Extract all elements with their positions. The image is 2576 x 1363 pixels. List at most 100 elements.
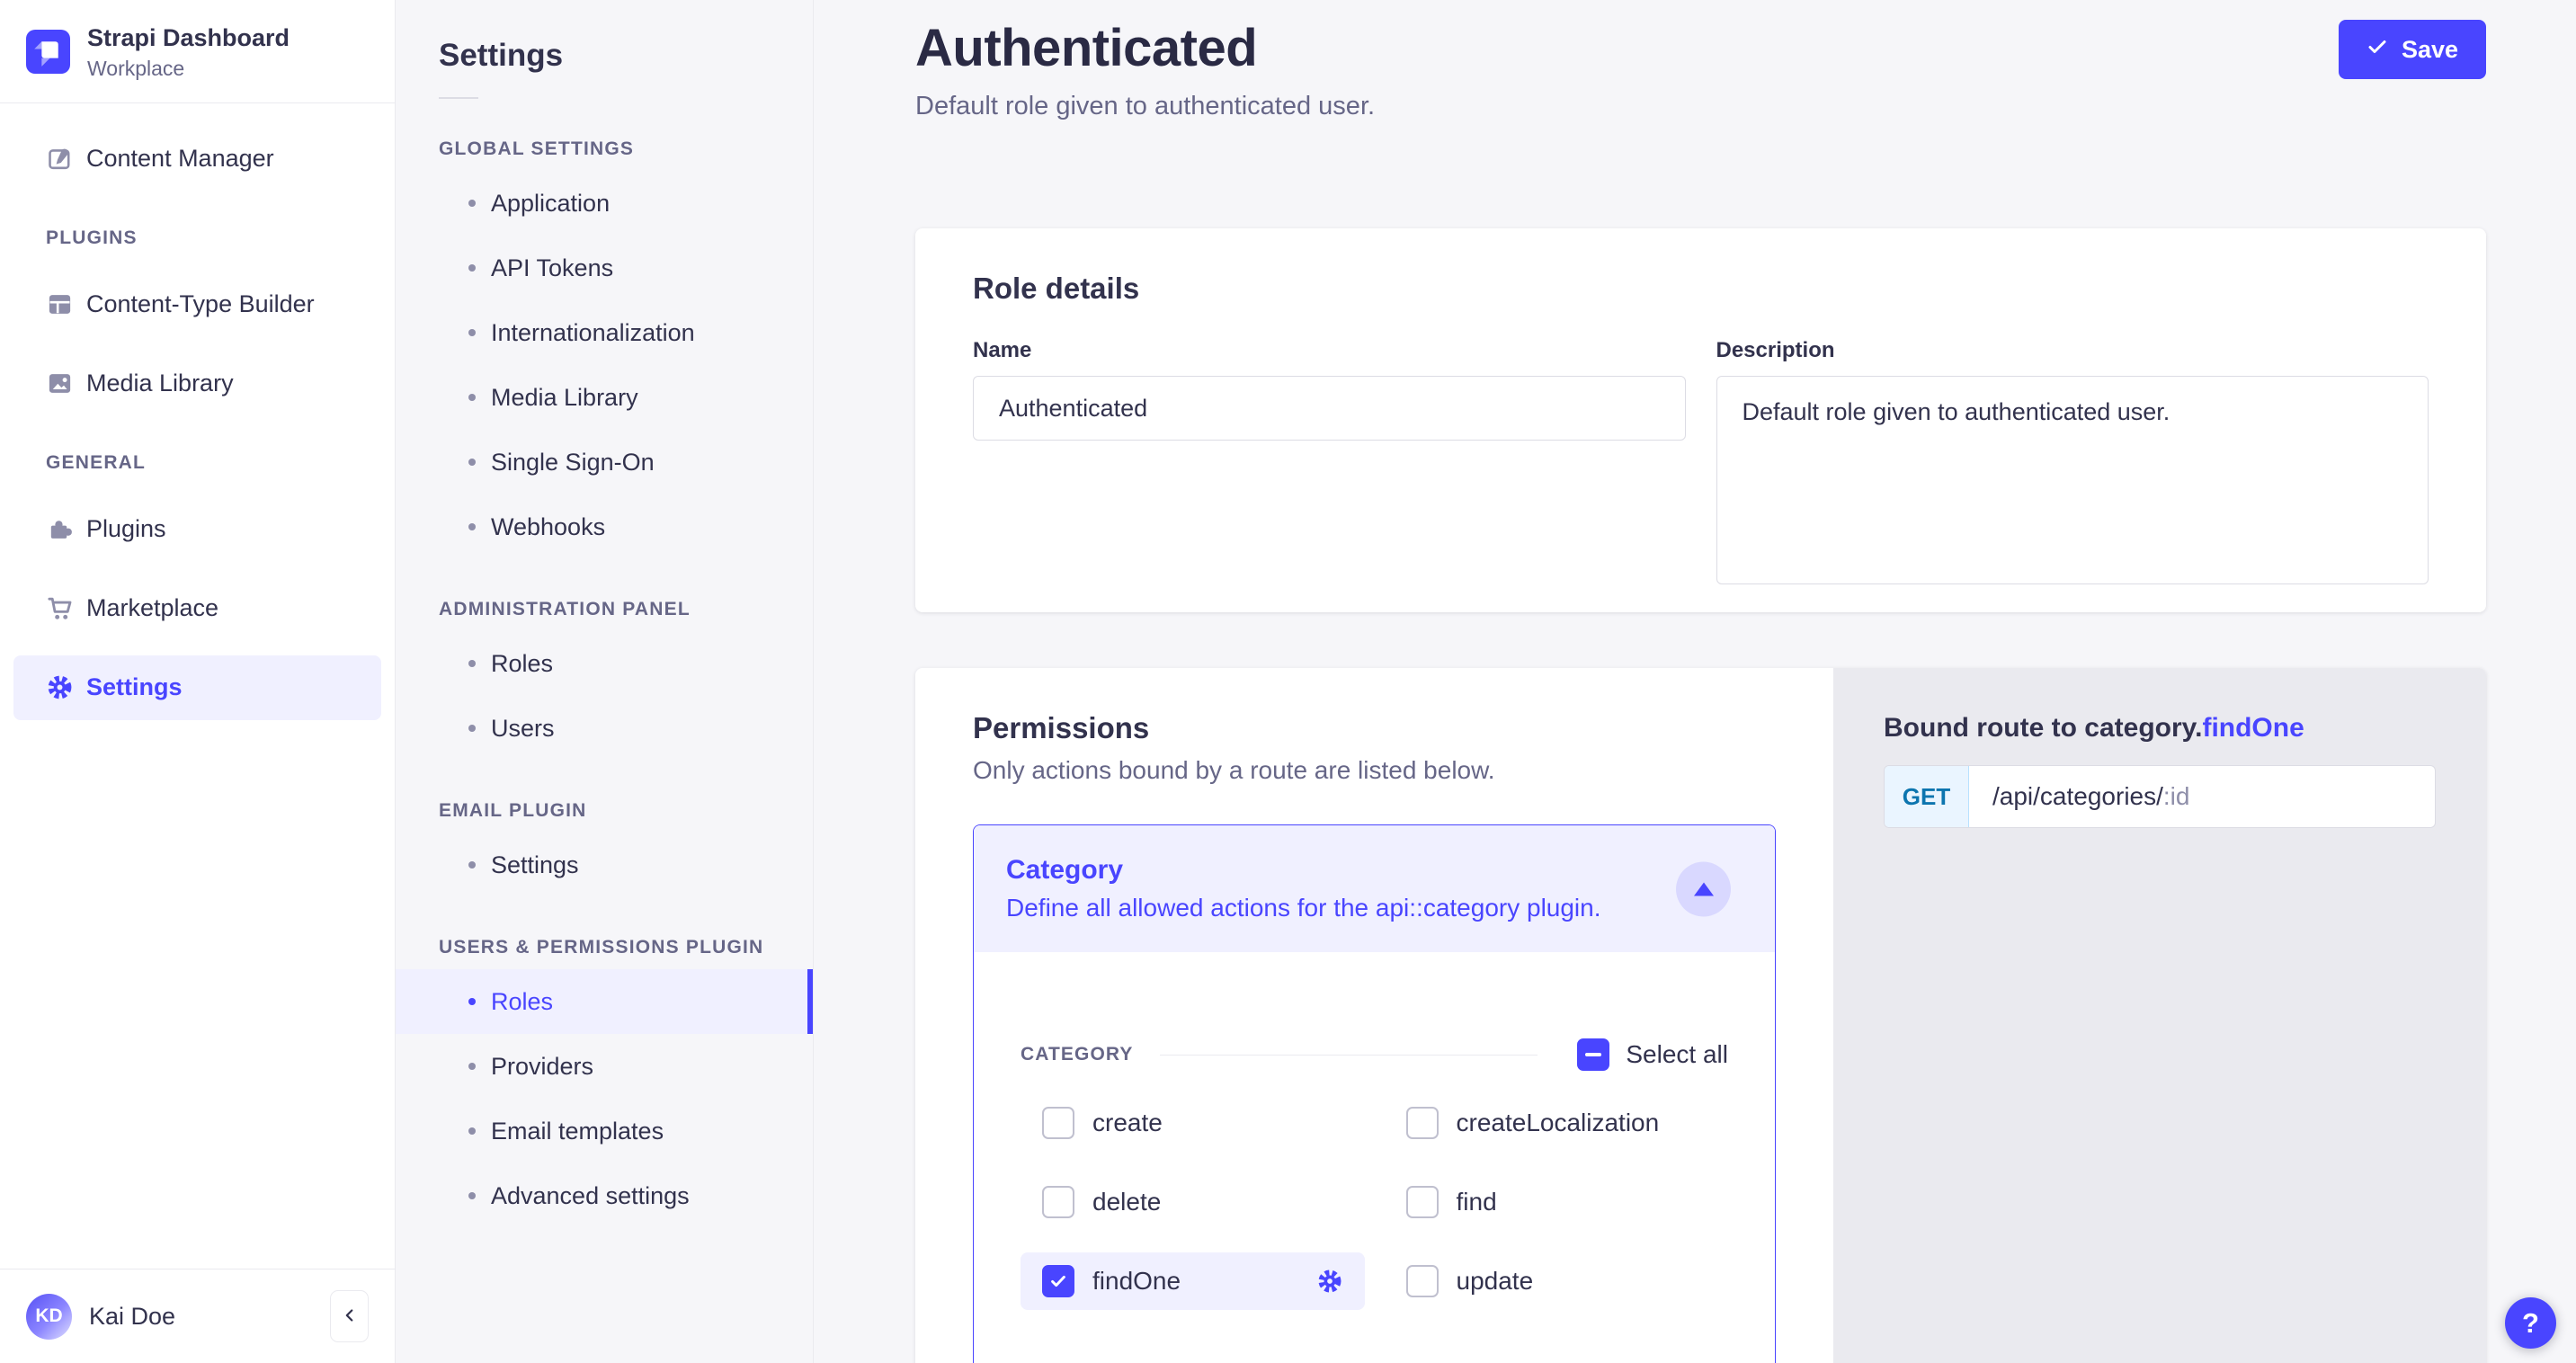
accordion-title: Category [1006, 855, 1743, 886]
sidebar-section-general: GENERAL [46, 452, 381, 474]
sidebar-item-media-library[interactable]: Media Library [13, 352, 381, 416]
createLocalization-checkbox[interactable] [1406, 1107, 1439, 1139]
permissions-title: Permissions [973, 711, 1776, 745]
category-group-label: CATEGORY [1021, 1044, 1133, 1065]
bound-route-title: Bound route to category.findOne [1884, 713, 2436, 744]
page-subtitle: Default role given to authenticated user… [915, 92, 1375, 121]
workspace-title: Strapi Dashboard [87, 23, 290, 54]
update-checkbox[interactable] [1406, 1265, 1439, 1297]
settings-item-email-settings[interactable]: Settings [396, 833, 813, 897]
role-details-title: Role details [973, 272, 2429, 306]
action-row-findone[interactable]: findOne [1021, 1252, 1365, 1310]
settings-item-up-advanced-settings[interactable]: Advanced settings [396, 1163, 813, 1228]
bullet-icon [468, 264, 476, 272]
sidebar-item-label: Plugins [86, 515, 166, 543]
sidebar-section-plugins: PLUGINS [46, 227, 381, 249]
bullet-icon [468, 523, 476, 530]
role-description-textarea[interactable]: Default role given to authenticated user… [1716, 376, 2429, 584]
bullet-icon [468, 200, 476, 207]
http-method-badge: GET [1885, 766, 1969, 827]
sidebar-item-label: Content-Type Builder [86, 290, 315, 318]
sidebar-item-label: Marketplace [86, 594, 218, 622]
main-sidebar: Strapi Dashboard Workplace Content Manag… [0, 0, 396, 1363]
settings-item-admin-users[interactable]: Users [396, 696, 813, 761]
findOne-checkbox[interactable] [1042, 1265, 1074, 1297]
settings-item-up-providers[interactable]: Providers [396, 1034, 813, 1099]
sidebar-item-label: Content Manager [86, 145, 274, 173]
sidebar-item-settings[interactable]: Settings [13, 655, 381, 720]
accordion-subtitle: Define all allowed actions for the api::… [1006, 894, 1743, 922]
settings-item-application[interactable]: Application [396, 171, 813, 236]
action-row-create: create [1021, 1094, 1365, 1152]
delete-checkbox[interactable] [1042, 1186, 1074, 1218]
pen-icon [46, 145, 74, 173]
category-accordion: Category Define all allowed actions for … [973, 824, 1776, 1363]
select-all-checkbox[interactable] [1577, 1038, 1609, 1071]
gear-icon [46, 673, 74, 701]
sidebar-item-plugins[interactable]: Plugins [13, 497, 381, 562]
bound-route-panel: Bound route to category.findOne GET /api… [1833, 668, 2486, 1363]
cart-icon [46, 594, 74, 622]
layout-icon [46, 290, 74, 318]
action-row-find: find [1385, 1173, 1729, 1231]
actions-grid: create createLocalization delete [1021, 1094, 1728, 1310]
settings-sidebar: Settings GLOBAL SETTINGS Application API… [396, 0, 814, 1363]
collapse-sidebar-button[interactable] [330, 1290, 369, 1342]
bullet-icon [468, 329, 476, 336]
check-icon [2367, 36, 2388, 64]
indeterminate-minus-icon [1585, 1053, 1601, 1056]
bullet-icon [468, 725, 476, 732]
bullet-icon [468, 1063, 476, 1070]
puzzle-icon [46, 515, 74, 543]
settings-section-users-permissions: USERS & PERMISSIONS PLUGIN [439, 937, 813, 958]
bound-route-action: findOne [2202, 713, 2304, 743]
bullet-icon [468, 459, 476, 466]
caret-up-icon [1694, 882, 1714, 895]
avatar[interactable]: KD [26, 1294, 72, 1340]
settings-section-admin-panel: ADMINISTRATION PANEL [439, 599, 813, 620]
strapi-logo-icon [26, 30, 70, 74]
collapse-accordion-button[interactable] [1676, 861, 1731, 916]
help-button[interactable]: ? [2505, 1297, 2556, 1349]
find-checkbox[interactable] [1406, 1186, 1439, 1218]
sidebar-footer: KD Kai Doe [0, 1269, 395, 1363]
settings-sidebar-title: Settings [439, 38, 813, 74]
bullet-icon [468, 394, 476, 401]
bullet-icon [468, 660, 476, 667]
role-details-card: Role details Name Description Default ro… [915, 228, 2486, 612]
workspace-subtitle: Workplace [87, 57, 290, 81]
bullet-icon [468, 861, 476, 869]
settings-item-admin-roles[interactable]: Roles [396, 631, 813, 696]
name-label: Name [973, 338, 1686, 363]
action-row-create-localization: createLocalization [1385, 1094, 1729, 1152]
settings-item-up-roles[interactable]: Roles [396, 969, 813, 1034]
settings-item-media-library[interactable]: Media Library [396, 365, 813, 430]
main-content: Authenticated Default role given to auth… [814, 0, 2576, 1363]
settings-item-single-sign-on[interactable]: Single Sign-On [396, 430, 813, 494]
sidebar-item-content-type-builder[interactable]: Content-Type Builder [13, 272, 381, 337]
category-accordion-body: CATEGORY Select all create [974, 952, 1775, 1346]
sidebar-item-marketplace[interactable]: Marketplace [13, 576, 381, 641]
route-display: GET /api/categories/:id [1884, 765, 2436, 828]
divider [1160, 1055, 1538, 1056]
select-all-label: Select all [1626, 1040, 1728, 1069]
settings-item-api-tokens[interactable]: API Tokens [396, 236, 813, 300]
settings-section-global: GLOBAL SETTINGS [439, 138, 813, 160]
bullet-icon [468, 1127, 476, 1135]
page-header: Authenticated Default role given to auth… [915, 0, 2486, 121]
findone-settings-gear-button[interactable] [1316, 1268, 1343, 1295]
role-name-input[interactable] [973, 376, 1686, 441]
settings-item-webhooks[interactable]: Webhooks [396, 494, 813, 559]
settings-item-up-email-templates[interactable]: Email templates [396, 1099, 813, 1163]
workspace-brand[interactable]: Strapi Dashboard Workplace [0, 0, 395, 102]
settings-item-internationalization[interactable]: Internationalization [396, 300, 813, 365]
save-button[interactable]: Save [2339, 20, 2486, 79]
sidebar-item-content-manager[interactable]: Content Manager [13, 127, 381, 192]
description-label: Description [1716, 338, 2429, 363]
bullet-icon [468, 1192, 476, 1199]
action-row-delete: delete [1021, 1173, 1365, 1231]
permissions-subtitle: Only actions bound by a route are listed… [973, 756, 1776, 785]
category-accordion-header[interactable]: Category Define all allowed actions for … [974, 825, 1775, 952]
create-checkbox[interactable] [1042, 1107, 1074, 1139]
page-title: Authenticated [915, 18, 1375, 78]
